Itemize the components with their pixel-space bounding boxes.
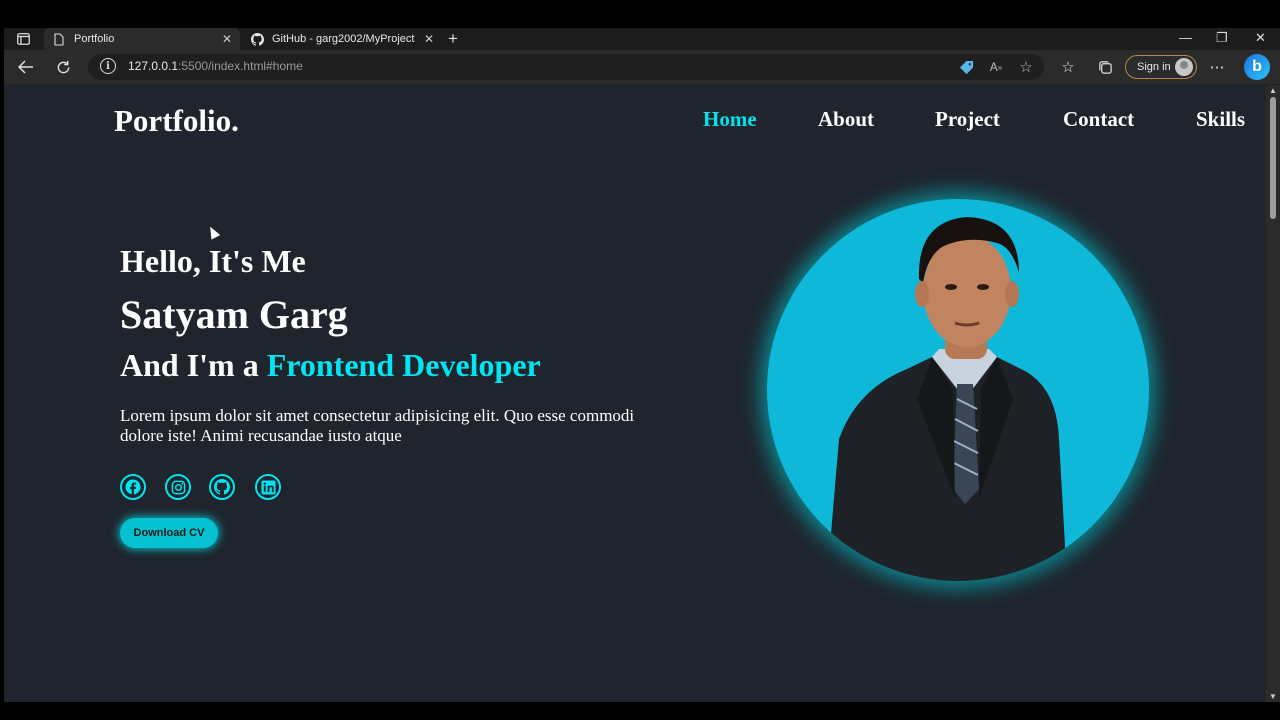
nav-link-about[interactable]: About: [818, 107, 874, 132]
address-bar[interactable]: i 127.0.0.1:5500/index.html#home: [88, 54, 1044, 80]
person-illustration: [827, 217, 1067, 581]
nav-link-contact[interactable]: Contact: [1063, 107, 1134, 132]
browser-toolbar: i 127.0.0.1:5500/index.html#home A» ☆ ☆ …: [4, 50, 1280, 84]
sign-in-button[interactable]: Sign in: [1125, 55, 1197, 79]
more-icon[interactable]: ⋯: [1207, 57, 1227, 77]
github-icon: [250, 32, 264, 46]
nav-link-skills[interactable]: Skills: [1196, 107, 1245, 132]
tag-icon[interactable]: [956, 57, 976, 77]
mouse-cursor-icon: [205, 224, 221, 240]
collections-icon[interactable]: [1095, 57, 1115, 77]
hero-role: And I'm a Frontend Developer: [120, 347, 541, 383]
vertical-scrollbar[interactable]: ▲ ▼: [1266, 85, 1280, 702]
tab-strip: Portfolio ✕ GitHub - garg2002/MyProject …: [4, 28, 1280, 50]
github-icon[interactable]: [209, 474, 235, 500]
page-viewport: Portfolio. Home About Project Contact Sk…: [4, 85, 1266, 702]
scroll-up-icon[interactable]: ▲: [1269, 86, 1277, 95]
instagram-icon[interactable]: [165, 474, 191, 500]
facebook-icon[interactable]: [120, 474, 146, 500]
scrollbar-thumb[interactable]: [1270, 97, 1276, 219]
new-tab-icon[interactable]: +: [448, 29, 458, 49]
scroll-down-icon[interactable]: ▼: [1269, 692, 1277, 701]
hero-description: Lorem ipsum dolor sit amet consectetur a…: [120, 406, 635, 445]
tab-title: GitHub - garg2002/MyProject: [272, 33, 415, 45]
close-icon[interactable]: ✕: [424, 32, 434, 46]
back-icon[interactable]: [16, 57, 36, 77]
tab-title: Portfolio: [74, 33, 115, 45]
bing-icon[interactable]: b: [1244, 54, 1270, 80]
tab-portfolio[interactable]: Portfolio ✕: [44, 28, 240, 50]
restore-icon[interactable]: ❐: [1216, 30, 1228, 46]
refresh-icon[interactable]: [53, 57, 73, 77]
profile-avatar-icon: [1175, 58, 1193, 76]
browser-window: Portfolio ✕ GitHub - garg2002/MyProject …: [4, 28, 1280, 702]
hero-name: Satyam Garg: [120, 292, 348, 337]
tab-github[interactable]: GitHub - garg2002/MyProject ✕: [242, 28, 442, 50]
close-icon[interactable]: ✕: [222, 32, 232, 46]
window-close-icon[interactable]: ✕: [1255, 30, 1266, 46]
page-icon: [52, 32, 66, 46]
nav-link-project[interactable]: Project: [935, 107, 1000, 132]
favorite-add-icon[interactable]: ☆: [1016, 57, 1036, 77]
sign-in-label: Sign in: [1137, 61, 1171, 73]
site-logo[interactable]: Portfolio.: [114, 103, 239, 139]
favorites-icon[interactable]: ☆: [1058, 57, 1078, 77]
linkedin-icon[interactable]: [255, 474, 281, 500]
site-info-icon[interactable]: i: [100, 58, 116, 74]
download-cv-button[interactable]: Download CV: [120, 518, 218, 548]
nav-link-home[interactable]: Home: [703, 107, 757, 132]
read-aloud-icon[interactable]: A»: [986, 57, 1006, 77]
profile-photo: [767, 199, 1149, 581]
url-text: 127.0.0.1:5500/index.html#home: [128, 59, 303, 73]
minimize-icon[interactable]: —: [1179, 30, 1192, 45]
tab-actions-icon[interactable]: [14, 30, 32, 48]
hero-role-accent: Frontend Developer: [266, 347, 541, 383]
hero-greeting: Hello, It's Me: [120, 243, 306, 279]
